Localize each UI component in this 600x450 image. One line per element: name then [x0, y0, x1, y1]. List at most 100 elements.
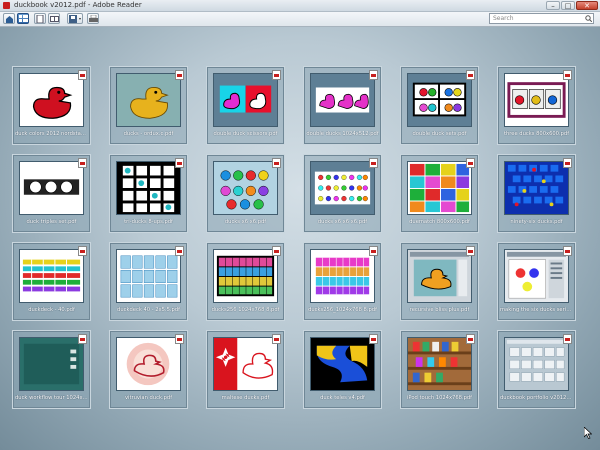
pdf-file-icon: [369, 334, 378, 344]
thumbnail-image: [505, 250, 568, 302]
file-tile[interactable]: vitruvian duck.pdf: [109, 330, 188, 409]
file-tile[interactable]: ducks x6 x6.pdf: [206, 154, 285, 233]
file-name-label: duck triples set.pdf: [26, 219, 77, 225]
layout-button[interactable]: [17, 13, 29, 24]
file-thumbnail[interactable]: [407, 249, 472, 303]
file-thumbnail[interactable]: [310, 161, 375, 215]
pdf-file-icon: [466, 158, 475, 168]
thumbnail-image: [311, 162, 374, 214]
file-thumbnail[interactable]: [116, 73, 181, 127]
pdf-file-icon: [369, 70, 378, 80]
file-thumbnail[interactable]: [213, 337, 278, 391]
pdf-file-icon: [78, 70, 87, 80]
minimize-button[interactable]: –: [546, 1, 560, 10]
file-name-label: double duck sets.pdf: [412, 131, 467, 137]
file-name-label: ducks256 1024x768 8.pdf: [211, 307, 280, 313]
file-tile[interactable]: ducks x6 x6 x6.pdf: [303, 154, 382, 233]
pdf-file-icon: [78, 158, 87, 168]
save-button[interactable]: [67, 13, 83, 24]
file-tile[interactable]: double duck sets.pdf: [400, 66, 479, 145]
file-tile[interactable]: duck workflow tour 1024x768 07...: [12, 330, 91, 409]
thumbnail-image: [505, 338, 568, 390]
page-view-button[interactable]: [34, 13, 46, 24]
file-thumbnail[interactable]: [504, 337, 569, 391]
pdf-file-icon: [78, 246, 87, 256]
search-icon[interactable]: [585, 15, 592, 22]
file-tile[interactable]: maltese ducks.pdf: [206, 330, 285, 409]
file-name-label: duck teles v4.pdf: [320, 395, 365, 401]
file-tile[interactable]: making the six ducks series.pdf: [497, 242, 576, 321]
pdf-file-icon: [563, 70, 572, 80]
pdf-file-icon: [175, 158, 184, 168]
home-button[interactable]: [3, 13, 15, 24]
printer-icon: [89, 15, 98, 22]
file-name-label: ducks x6 x6.pdf: [224, 219, 267, 225]
file-tile[interactable]: ninety-six ducks.pdf: [497, 154, 576, 233]
pdf-file-icon: [175, 246, 184, 256]
file-name-label: duckdeck 40 - 2x5.5.pdf: [117, 307, 180, 313]
file-name-label: vitruvian duck.pdf: [124, 395, 173, 401]
file-thumbnail[interactable]: [504, 161, 569, 215]
search-input[interactable]: Search: [489, 13, 594, 24]
file-tile[interactable]: ducks256 1024x768 8.pdf: [206, 242, 285, 321]
file-thumbnail[interactable]: [213, 249, 278, 303]
file-tile[interactable]: duematch 800x600.pdf: [400, 154, 479, 233]
file-thumbnail[interactable]: [19, 249, 84, 303]
file-name-label: tri-ducks 8-ups.pdf: [124, 219, 173, 225]
file-tile[interactable]: three ducks 800x600.pdf: [497, 66, 576, 145]
file-thumbnail[interactable]: [407, 161, 472, 215]
file-thumbnail[interactable]: [116, 161, 181, 215]
thumbnail-image: [505, 74, 568, 126]
file-tile[interactable]: double ducks 1024x512.pdf: [303, 66, 382, 145]
pdf-file-icon: [563, 334, 572, 344]
filmstrip-icon: [50, 16, 59, 22]
file-name-label: duck workflow tour 1024x768 07...: [15, 395, 88, 401]
file-tile[interactable]: duckdeck 40 - 2x5.5.pdf: [109, 242, 188, 321]
file-thumbnail[interactable]: [116, 249, 181, 303]
film-view-button[interactable]: [48, 13, 60, 24]
grid-layout-icon: [19, 15, 28, 22]
file-thumbnail[interactable]: [407, 337, 472, 391]
file-tile[interactable]: recursive bliss plus.pdf: [400, 242, 479, 321]
file-tile[interactable]: iPod touch 1024x768.pdf: [400, 330, 479, 409]
pdf-file-icon: [466, 70, 475, 80]
file-thumbnail[interactable]: [19, 73, 84, 127]
file-tile[interactable]: ducks - ordux.c.pdf: [109, 66, 188, 145]
file-tile[interactable]: duckbook portfolio v2012 1200...: [497, 330, 576, 409]
file-name-label: duckdeck - 40.pdf: [28, 307, 75, 313]
save-icon: [69, 15, 81, 23]
file-thumbnail[interactable]: [310, 337, 375, 391]
thumbnail-image: [311, 250, 374, 302]
file-tile[interactable]: double duck scissors.pdf: [206, 66, 285, 145]
thumbnail-image: [20, 338, 83, 390]
file-thumbnail[interactable]: [310, 249, 375, 303]
file-name-label: recursive bliss plus.pdf: [409, 307, 470, 313]
file-tile[interactable]: tri-ducks 8-ups.pdf: [109, 154, 188, 233]
thumbnail-image: [408, 74, 471, 126]
file-tile[interactable]: ducks256_1024x768 8.pdf: [303, 242, 382, 321]
print-button[interactable]: [87, 13, 99, 24]
file-thumbnail[interactable]: [407, 73, 472, 127]
file-tile[interactable]: duck colors 2012 nordstars12...: [12, 66, 91, 145]
file-thumbnail[interactable]: [213, 73, 278, 127]
pdf-file-icon: [175, 70, 184, 80]
file-tile[interactable]: duck teles v4.pdf: [303, 330, 382, 409]
maximize-button[interactable]: □: [561, 1, 575, 10]
thumbnail-image: [20, 162, 83, 214]
file-thumbnail[interactable]: [213, 161, 278, 215]
close-button[interactable]: ✕: [576, 1, 598, 10]
thumbnail-image: [408, 338, 471, 390]
thumbnail-image: [311, 74, 374, 126]
pdf-file-icon: [466, 334, 475, 344]
file-tile[interactable]: duckdeck - 40.pdf: [12, 242, 91, 321]
file-name-label: duematch 800x600.pdf: [409, 219, 470, 225]
file-thumbnail[interactable]: [310, 73, 375, 127]
pdf-file-icon: [272, 334, 281, 344]
file-tile[interactable]: duck triples set.pdf: [12, 154, 91, 233]
file-thumbnail[interactable]: [19, 337, 84, 391]
file-thumbnail[interactable]: [116, 337, 181, 391]
file-thumbnail[interactable]: [504, 73, 569, 127]
file-thumbnail[interactable]: [19, 161, 84, 215]
file-thumbnail[interactable]: [504, 249, 569, 303]
file-name-label: duckbook portfolio v2012 1200...: [500, 395, 573, 401]
